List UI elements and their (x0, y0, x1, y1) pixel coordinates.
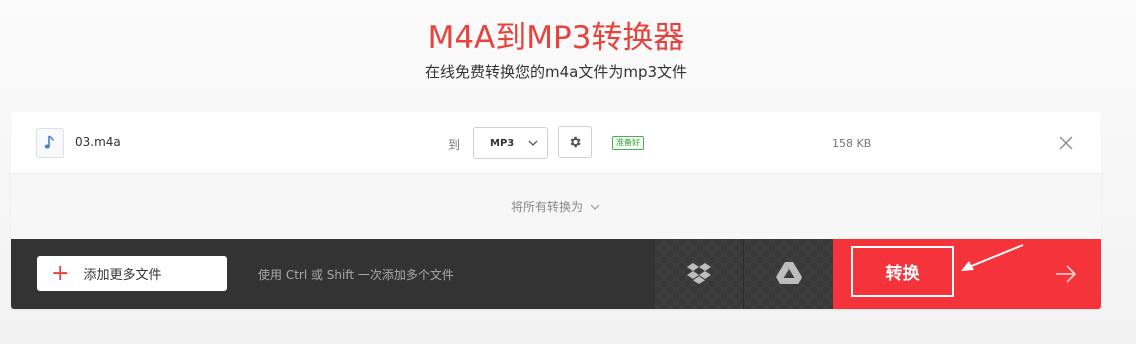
format-select[interactable]: MP3 (473, 127, 548, 159)
convert-all-selector[interactable]: 将所有转换为 (11, 174, 1101, 239)
close-icon[interactable] (1058, 135, 1074, 151)
chevron-down-icon (528, 140, 538, 146)
divider (743, 239, 744, 309)
add-files-button[interactable]: + 添加更多文件 (37, 256, 227, 291)
multi-select-hint: 使用 Ctrl 或 Shift 一次添加多个文件 (258, 268, 454, 282)
arrow-right-icon[interactable] (1055, 264, 1077, 284)
convert-button[interactable]: 转换 (851, 246, 954, 297)
settings-button[interactable] (558, 126, 592, 158)
file-row: 03.m4a 到 MP3 准备好 158 KB (11, 112, 1101, 174)
format-value: MP3 (490, 137, 515, 149)
plus-icon: + (51, 260, 70, 286)
chevron-down-icon (590, 204, 600, 210)
page-title: M4A到MP3转换器 (427, 20, 685, 56)
to-label: 到 (448, 138, 461, 152)
page-subtitle: 在线免费转换您的m4a文件为mp3文件 (424, 63, 688, 81)
add-files-label: 添加更多文件 (83, 268, 162, 283)
file-name: 03.m4a (75, 135, 121, 149)
action-bar: + 添加更多文件 使用 Ctrl 或 Shift 一次添加多个文件 转换 (11, 239, 1101, 309)
convert-area: 转换 (833, 239, 1101, 309)
dropbox-icon[interactable] (687, 262, 711, 284)
file-size: 158 KB (832, 137, 872, 150)
cloud-upload-area (655, 239, 833, 309)
converter-card: 03.m4a 到 MP3 准备好 158 KB 将所有转换为 + 添加更多文件 (11, 112, 1101, 309)
music-note-icon (36, 128, 64, 158)
gear-icon (570, 136, 581, 148)
status-badge: 准备好 (612, 136, 644, 150)
annotation-arrow-icon (961, 244, 1024, 271)
convert-all-label: 将所有转换为 (510, 200, 583, 214)
google-drive-icon[interactable] (776, 261, 802, 285)
